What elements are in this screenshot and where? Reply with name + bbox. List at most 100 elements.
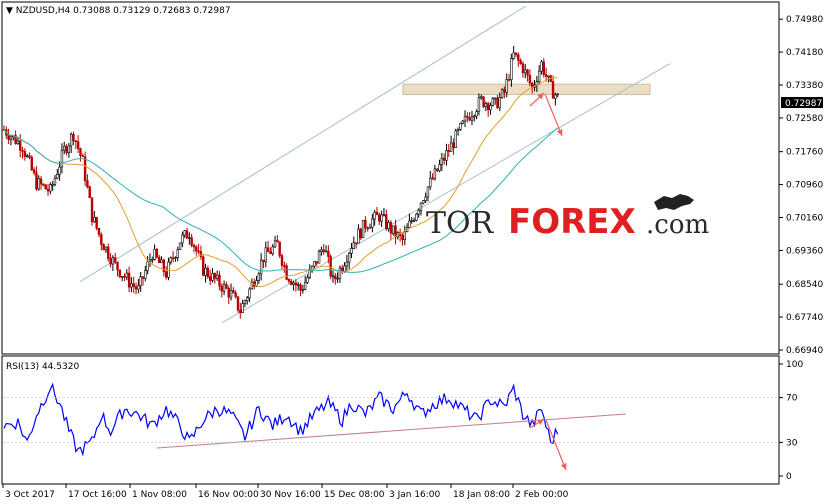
candle-body	[387, 222, 390, 230]
candle-body	[287, 279, 291, 282]
candle-body	[303, 281, 307, 290]
candle-body	[130, 283, 133, 288]
candle-body	[503, 89, 506, 93]
time-tick-label: 3 Jan 16:00	[389, 490, 441, 500]
candle-body	[83, 156, 87, 182]
logo-forex: FOREX	[508, 202, 636, 242]
time-tick-label: 2 Feb 00:00	[515, 490, 569, 500]
candle-body	[269, 251, 272, 254]
rsi-line	[3, 382, 559, 457]
candle-body	[197, 250, 200, 253]
candle-body	[368, 226, 372, 229]
candle-body	[382, 214, 386, 216]
candle-body	[292, 282, 295, 285]
candle-body	[259, 259, 263, 275]
candle-body	[181, 234, 184, 244]
candle-body	[329, 256, 332, 277]
candle-body	[134, 286, 138, 290]
candle-body	[276, 239, 279, 243]
candle-body	[482, 96, 485, 108]
price-tick-label: 0.66940	[786, 346, 823, 356]
candle-body	[415, 213, 418, 221]
candle-body	[505, 79, 508, 93]
candle-body	[440, 157, 444, 165]
candle-body	[436, 168, 439, 172]
candle-body	[49, 184, 52, 192]
candle-body	[63, 146, 66, 151]
candle-body	[336, 277, 339, 280]
candle-body	[556, 93, 559, 96]
candle-body	[378, 214, 381, 222]
candle-body	[16, 140, 20, 144]
candle-body	[484, 103, 488, 108]
candle-body	[431, 177, 434, 180]
candle-body	[445, 150, 448, 161]
candle-body	[438, 164, 441, 172]
candle-body	[442, 157, 446, 161]
candle-body	[151, 259, 154, 261]
candle-body	[357, 228, 360, 244]
price-panel	[2, 5, 671, 324]
price-tick-label: 0.67740	[786, 313, 823, 323]
price-tick-label: 0.71760	[786, 148, 823, 158]
candle-body	[264, 247, 267, 263]
candle-body	[218, 274, 221, 287]
candle-body	[473, 115, 476, 118]
candle-body	[389, 222, 393, 234]
candle-body	[364, 220, 367, 229]
candle-body	[222, 284, 226, 292]
candle-body	[195, 246, 198, 252]
candle-body	[60, 149, 64, 168]
candle-body	[58, 166, 61, 175]
candle-body	[278, 241, 281, 256]
candle-body	[266, 247, 270, 253]
candle-body	[306, 277, 309, 283]
price-tick-label: 0.73380	[786, 81, 823, 91]
candle-body	[486, 103, 490, 111]
candle-body	[178, 242, 182, 250]
candle-body	[283, 265, 286, 267]
candle-body	[350, 248, 353, 254]
candle-body	[343, 265, 346, 272]
candle-body	[232, 290, 235, 294]
candle-body	[93, 216, 96, 223]
candle-body	[380, 214, 383, 222]
candle-body	[90, 197, 94, 223]
symbol-header: ▼ NZDUSD,H4 0.73088 0.73129 0.72683 0.72…	[6, 6, 231, 16]
candle-body	[44, 184, 47, 190]
candle-body	[30, 157, 33, 171]
candle-body	[510, 58, 513, 80]
candle-body	[190, 237, 193, 246]
candle-body	[37, 178, 40, 190]
candle-body	[167, 261, 170, 278]
rsi-panel-frame	[1, 355, 780, 485]
candle-body	[72, 133, 75, 141]
price-tick-label: 0.74180	[786, 48, 823, 58]
logo-tor: TOR	[426, 206, 495, 241]
candle-body	[158, 256, 161, 264]
candle-body	[338, 267, 342, 279]
candle-body	[23, 151, 27, 157]
candle-body	[424, 196, 427, 201]
candle-body	[345, 261, 349, 267]
candle-body	[148, 259, 152, 262]
candle-body	[297, 284, 300, 287]
candle-body	[188, 237, 191, 239]
time-tick-label: 3 Oct 2017	[5, 490, 55, 500]
candle-body	[417, 210, 420, 215]
candle-body	[107, 246, 110, 259]
candle-body	[155, 248, 159, 258]
candle-body	[211, 273, 214, 281]
candle-body	[419, 202, 423, 211]
candle-body	[81, 155, 84, 157]
candle-body	[521, 63, 525, 74]
candle-body	[410, 220, 413, 222]
candle-body	[294, 282, 298, 286]
candle-body	[454, 130, 457, 148]
candle-body	[422, 200, 425, 204]
candle-body	[477, 97, 481, 112]
candle-body	[526, 69, 529, 76]
time-tick-label: 30 Nov 16:00	[260, 490, 321, 500]
candle-body	[19, 140, 22, 151]
time-tick-label: 16 Nov 00:00	[198, 490, 259, 500]
